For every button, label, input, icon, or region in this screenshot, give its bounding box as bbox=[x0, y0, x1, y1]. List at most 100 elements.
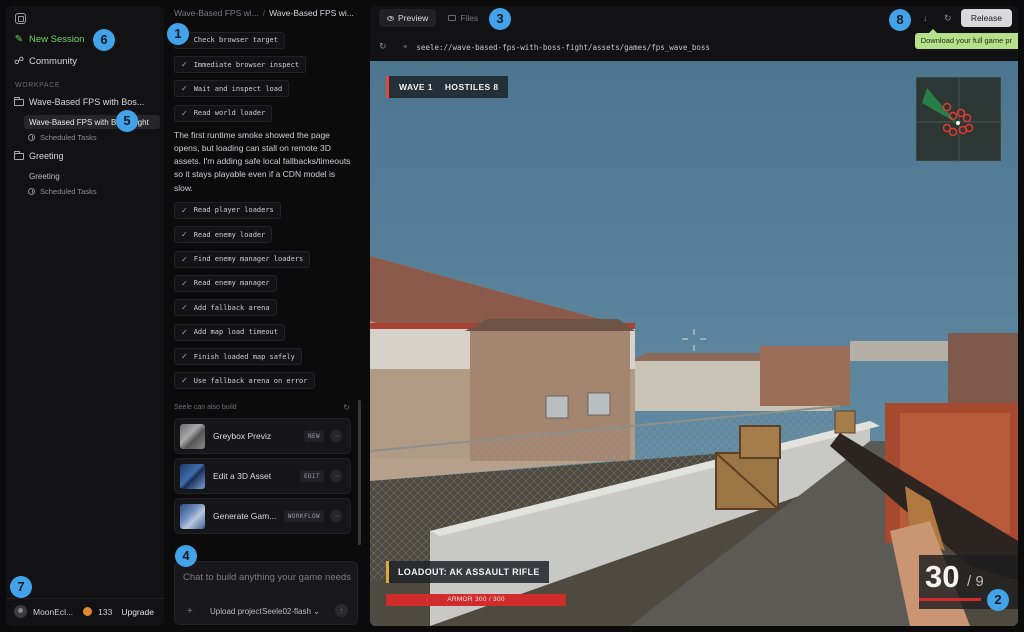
agent-step-chip[interactable]: ✓ Read world loader bbox=[174, 104, 273, 122]
agent-step-chip[interactable]: ✓ Immediate browser inspect bbox=[174, 56, 307, 74]
card-arrow-icon[interactable]: → bbox=[330, 430, 342, 442]
card-title: Greybox Previz bbox=[213, 431, 272, 441]
session-item-greeting[interactable]: Greeting bbox=[24, 169, 160, 183]
new-session-label: New Session bbox=[29, 34, 85, 45]
agent-step-chip[interactable]: ✓ Read enemy manager bbox=[174, 274, 277, 292]
agent-step-chip[interactable]: ✓ Add fallback arena bbox=[174, 299, 277, 317]
agent-step-chip[interactable]: ✓ Wait and inspect load bbox=[174, 80, 290, 98]
community-icon: ☍ bbox=[14, 55, 25, 67]
avatar[interactable] bbox=[14, 605, 27, 618]
agent-step: ✓ Finish loaded map safely bbox=[174, 344, 364, 368]
card-arrow-icon[interactable]: → bbox=[330, 510, 342, 522]
suggestion-card-generate-game[interactable]: Generate Gam... WORKFLOW → bbox=[174, 498, 351, 534]
scheduled-tasks-greeting[interactable]: Scheduled Tasks bbox=[28, 187, 97, 196]
workspace-label: WORKPACE bbox=[15, 82, 61, 89]
tab-preview[interactable]: Preview bbox=[379, 9, 437, 27]
chat-composer[interactable]: Chat to build anything your game needs +… bbox=[174, 561, 358, 625]
project-folder-fps[interactable]: Wave-Based FPS with Bos... bbox=[14, 96, 145, 107]
agent-step-chip[interactable]: ✓ Find enemy manager loaders bbox=[174, 250, 311, 268]
check-icon: ✓ bbox=[181, 205, 188, 215]
tab-files[interactable]: Files bbox=[440, 9, 486, 27]
marker-5: 5 bbox=[116, 110, 138, 132]
new-session-button[interactable]: ✎ New Session bbox=[14, 33, 85, 45]
card-tag: NEW bbox=[303, 430, 324, 442]
preview-tabs: Preview Files bbox=[379, 9, 486, 27]
community-label: Community bbox=[29, 56, 78, 67]
release-button[interactable]: Release bbox=[960, 9, 1012, 27]
eye-icon bbox=[387, 15, 394, 21]
agent-step: ✓ Read world loader bbox=[174, 101, 364, 125]
check-icon: ✓ bbox=[181, 352, 188, 362]
agent-step-list[interactable]: ✓Check browser target ✓ Immediate browser … bbox=[174, 28, 364, 396]
breadcrumb: Wave-Based FPS wi... / Wave-Based FPS wi..… bbox=[174, 8, 354, 18]
url-bar[interactable]: ↻ ⚭ seele://wave-based-fps-with-boss-fig… bbox=[379, 39, 919, 55]
suggestion-card-greybox[interactable]: Greybox Previz NEW → bbox=[174, 418, 351, 454]
reload-icon[interactable]: ↻ bbox=[379, 42, 387, 52]
agent-step-chip[interactable]: ✓ Use fallback arena on error bbox=[174, 372, 315, 390]
send-button[interactable]: ↑ bbox=[335, 604, 348, 617]
agent-step-label: Read player loaders bbox=[193, 206, 274, 215]
agent-step-chip[interactable]: ✓ Read player loaders bbox=[174, 201, 281, 219]
minimap bbox=[916, 77, 1002, 162]
user-bar[interactable]: MoonEcl... 133 Upgrade bbox=[14, 605, 154, 618]
agent-step: ✓ Read enemy manager bbox=[174, 271, 364, 295]
download-icon[interactable]: ↓ bbox=[923, 13, 928, 23]
marker-7: 7 bbox=[10, 576, 32, 598]
agent-step-chip[interactable]: ✓ Add map load timeout bbox=[174, 323, 285, 341]
chat-scrollbar[interactable] bbox=[358, 400, 361, 545]
chat-input[interactable]: Chat to build anything your game needs bbox=[183, 571, 353, 585]
project-folder-greeting[interactable]: Greeting bbox=[14, 150, 64, 161]
breadcrumb-separator: / bbox=[262, 8, 266, 18]
community-link[interactable]: ☍ Community bbox=[14, 56, 77, 67]
check-icon: ✓ bbox=[181, 376, 188, 386]
agent-step-chip[interactable]: ✓ Finish loaded map safely bbox=[174, 348, 302, 366]
card-thumbnail bbox=[180, 423, 205, 449]
check-icon: ✓ bbox=[181, 254, 188, 264]
folder-icon bbox=[14, 96, 24, 106]
project-name: Greeting bbox=[29, 151, 64, 161]
agent-step-label: Read world loader bbox=[193, 109, 266, 118]
agent-step-chip[interactable]: ✓ Read enemy loader bbox=[174, 226, 273, 244]
agent-step-label: Add fallback arena bbox=[193, 303, 270, 312]
agent-step-label: Find enemy manager loaders bbox=[193, 255, 304, 264]
sidebar-toggle-icon[interactable] bbox=[15, 13, 26, 24]
add-attachment-icon[interactable]: + bbox=[187, 606, 193, 617]
project-name: Wave-Based FPS with Bos... bbox=[29, 97, 145, 107]
clock-icon bbox=[28, 188, 35, 195]
folder-icon bbox=[448, 15, 457, 21]
agent-step: ✓ Find enemy manager loaders bbox=[174, 247, 364, 271]
wave-hud: WAVE 1 HOSTILES 8 bbox=[386, 76, 509, 98]
url-text: seele://wave-based-fps-with-boss-fight/a… bbox=[416, 42, 710, 52]
agent-step: ✓ Immediate browser inspect bbox=[174, 52, 364, 76]
refresh-icon[interactable]: ↻ bbox=[944, 13, 952, 24]
ammo-bar bbox=[919, 598, 981, 601]
card-tag: EDIT bbox=[299, 470, 324, 482]
model-select[interactable]: Seele02-flash ⌄ bbox=[262, 607, 320, 616]
agent-message: The first runtime smoke showed the page … bbox=[174, 129, 351, 193]
agent-step-chip[interactable]: ✓Check browser target bbox=[174, 31, 285, 49]
new-session-icon: ✎ bbox=[14, 33, 24, 45]
game-viewport[interactable]: WAVE 1 HOSTILES 8 LOADOUT: AK ASSAULT RI… bbox=[370, 61, 1018, 626]
agent-step: ✓ Add map load timeout bbox=[174, 320, 364, 344]
agent-step-label: Immediate browser inspect bbox=[193, 60, 300, 69]
minimap-graphic bbox=[917, 78, 1002, 162]
breadcrumb-parent[interactable]: Wave-Based FPS wi... bbox=[174, 8, 259, 18]
check-icon: ✓ bbox=[181, 60, 188, 70]
ammo-count: 30 bbox=[925, 559, 960, 594]
chat-panel: Wave-Based FPS wi... / Wave-Based FPS wi..… bbox=[164, 0, 364, 632]
scheduled-tasks-fps[interactable]: Scheduled Tasks bbox=[28, 133, 97, 142]
agent-step-label: Read enemy loader bbox=[193, 230, 266, 239]
card-title: Edit a 3D Asset bbox=[213, 471, 272, 481]
session-item-fps[interactable]: Wave-Based FPS with Boss Fight bbox=[24, 115, 160, 129]
marker-6: 6 bbox=[93, 29, 115, 51]
also-build-label: Seele can also build ↻ bbox=[174, 403, 350, 412]
user-name: MoonEcl... bbox=[33, 606, 74, 617]
card-thumbnail bbox=[180, 503, 205, 529]
suggestion-card-edit-asset[interactable]: Edit a 3D Asset EDIT → bbox=[174, 458, 351, 494]
card-title: Generate Gam... bbox=[213, 511, 277, 521]
upload-project-button[interactable]: Upload project bbox=[210, 607, 262, 616]
refresh-icon[interactable]: ↻ bbox=[343, 403, 350, 412]
agent-step: ✓ Read player loaders bbox=[174, 198, 364, 222]
card-arrow-icon[interactable]: → bbox=[330, 470, 342, 482]
upgrade-button[interactable]: Upgrade bbox=[121, 607, 154, 617]
